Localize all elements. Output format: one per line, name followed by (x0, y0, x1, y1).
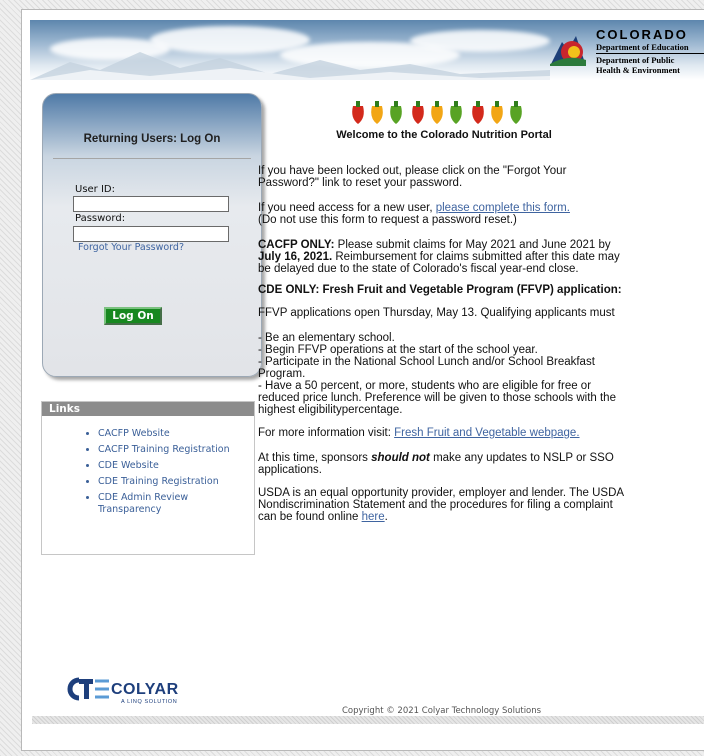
copyright-text: Copyright © 2021 Colyar Technology Solut… (342, 706, 542, 716)
cacfp-deadline: July 16, 2021. (258, 251, 333, 263)
link-cacfp-website[interactable]: CACFP Website (98, 428, 254, 440)
usda-statement: USDA is an equal opportunity provider, e… (258, 487, 630, 523)
usda-here-link[interactable]: here (362, 511, 385, 523)
link-cde-website[interactable]: CDE Website (98, 460, 254, 472)
dept-health-line1: Department of Public (596, 55, 675, 65)
new-user-text: If you need access for a new user, pleas… (258, 202, 630, 226)
ffvp-open-text: FFVP applications open Thursday, May 13.… (258, 307, 615, 319)
ffvp-requirements: - Be an elementary school. - Begin FFVP … (258, 332, 630, 416)
peppers-icon (352, 101, 522, 124)
link-cacfp-training-registration[interactable]: CACFP Training Registration (98, 444, 254, 456)
header-banner: COLORADO Department of Education Departm… (30, 20, 704, 80)
login-divider (53, 158, 251, 159)
page-frame: COLORADO Department of Education Departm… (21, 9, 704, 751)
state-name: COLORADO (596, 27, 688, 42)
more-info-text: For more information visit: Fresh Fruit … (258, 427, 630, 439)
login-panel: Returning Users: Log On User ID: Passwor… (42, 93, 262, 377)
peppers-graphic (258, 98, 630, 126)
usda-text: USDA is an equal opportunity provider, e… (258, 487, 624, 523)
mountains-graphic (30, 52, 550, 80)
ffvp-heading: CDE ONLY: Fresh Fruit and Vegetable Prog… (258, 284, 622, 296)
footer-bar (32, 716, 704, 724)
password-input[interactable] (73, 226, 229, 242)
link-cde-training-registration[interactable]: CDE Training Registration (98, 476, 254, 488)
colorado-agency-text: COLORADO Department of Education Departm… (596, 28, 704, 75)
password-label: Password: (75, 213, 126, 224)
user-id-input[interactable] (73, 196, 229, 212)
cacfp-notice: CACFP ONLY: Please submit claims for May… (258, 239, 630, 275)
sponsors-emphasis: should not (371, 452, 430, 464)
links-header: Links (42, 402, 254, 416)
new-user-prefix: If you need access for a new user, (258, 202, 436, 214)
cacfp-text-1: Please submit claims for May 2021 and Ju… (334, 239, 611, 251)
cacfp-label: CACFP ONLY: (258, 239, 335, 251)
log-on-button[interactable]: Log On (104, 307, 162, 325)
sponsors-prefix: At this time, sponsors (258, 452, 372, 464)
ffvp-req-2: - Begin FFVP operations at the start of … (258, 344, 538, 356)
ffvp-req-1: - Be an elementary school. (258, 332, 395, 344)
dept-education: Department of Education (596, 42, 689, 52)
new-user-note: (Do not use this form to request a passw… (258, 214, 517, 226)
cts-logo-icon (67, 677, 109, 701)
forgot-password-link[interactable]: Forgot Your Password? (78, 242, 184, 253)
login-title: Returning Users: Log On (83, 133, 221, 145)
usda-end: . (384, 511, 388, 523)
welcome-title: Welcome to the Colorado Nutrition Portal (336, 129, 552, 141)
ffv-webpage-link[interactable]: Fresh Fruit and Vegetable webpage. (394, 427, 579, 439)
colyar-logo-tagline: A LINQ SOLUTION (121, 699, 178, 705)
locked-out-text: If you have been locked out, please clic… (258, 165, 567, 189)
main-content: Welcome to the Colorado Nutrition Portal… (258, 98, 630, 523)
sponsors-notice: At this time, sponsors should not make a… (258, 452, 630, 476)
links-list: CACFP Website CACFP Training Registratio… (42, 428, 254, 516)
dept-health-line2: Health & Environment (596, 65, 680, 75)
ffvp-req-4: - Have a 50 percent, or more, students w… (258, 380, 616, 416)
user-id-label: User ID: (75, 184, 115, 195)
more-info-prefix: For more information visit: (258, 427, 395, 439)
new-user-form-link[interactable]: please complete this form. (436, 202, 570, 214)
colyar-logo-text: COLYAR (111, 681, 179, 698)
ffvp-req-3: - Participate in the National School Lun… (258, 356, 595, 380)
links-panel: Links CACFP Website CACFP Training Regis… (41, 401, 255, 555)
colyar-logo: COLYAR A LINQ SOLUTION (65, 676, 215, 706)
link-cde-admin-review-transparency[interactable]: CDE Admin Review Transparency (98, 492, 254, 516)
colorado-logo-icon (550, 36, 586, 66)
